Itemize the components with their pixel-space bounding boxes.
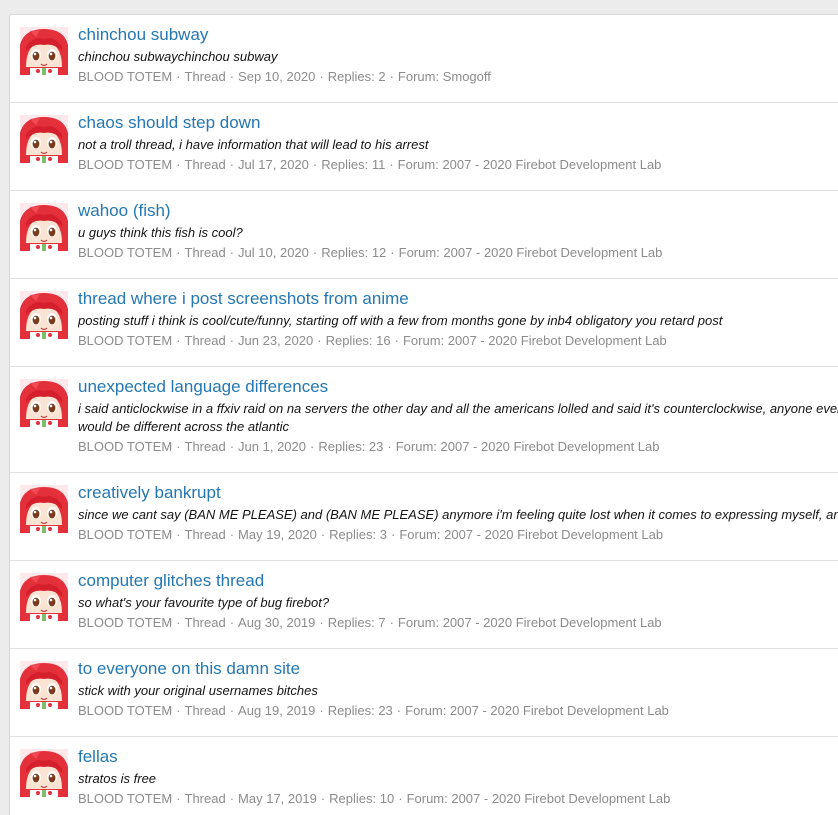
thread-meta: BLOOD TOTEM · Thread · Jul 10, 2020 · Replies:…	[78, 245, 663, 260]
forum-link[interactable]: Forum: 2007 - 2020 Firebot Development L…	[398, 615, 662, 630]
content-type: Thread	[184, 245, 226, 260]
reply-count: Replies: 16	[325, 333, 391, 348]
thread-title-link[interactable]: thread where i post screenshots from ani…	[78, 288, 409, 310]
content-type: Thread	[184, 333, 226, 348]
reply-count: Replies: 11	[321, 157, 386, 172]
forum-link[interactable]: Forum: 2007 - 2020 Firebot Development L…	[399, 527, 663, 542]
thread-date: Jul 17, 2020	[238, 157, 309, 172]
thread-snippet: chinchou subwaychinchou subway	[78, 49, 278, 64]
thread-date: Sep 10, 2020	[238, 69, 316, 84]
avatar[interactable]	[20, 749, 68, 797]
avatar[interactable]	[20, 203, 68, 251]
list-item: chinchou subway chinchou subwaychinchou …	[10, 15, 838, 103]
forum-link[interactable]: Forum: 2007 - 2020 Firebot Development L…	[405, 703, 669, 718]
list-item: wahoo (fish) u guys think this fish is c…	[10, 191, 838, 279]
thread-meta: BLOOD TOTEM · Thread · Aug 30, 2019 · Replies:…	[78, 615, 662, 630]
list-item: unexpected language differences i said a…	[10, 367, 838, 473]
forum-link[interactable]: Forum: 2007 - 2020 Firebot Development L…	[403, 333, 667, 348]
thread-meta: BLOOD TOTEM · Thread · Jun 1, 2020 · Replies: …	[78, 439, 660, 454]
list-item: computer glitches thread so what's your …	[10, 561, 838, 649]
author-link[interactable]: BLOOD TOTEM	[78, 245, 172, 260]
author-link[interactable]: BLOOD TOTEM	[78, 615, 172, 630]
thread-meta: BLOOD TOTEM · Thread · May 19, 2020 · Replies:…	[78, 527, 664, 542]
thread-date: May 19, 2020	[238, 527, 317, 542]
author-link[interactable]: BLOOD TOTEM	[78, 439, 172, 454]
avatar[interactable]	[20, 573, 68, 621]
avatar[interactable]	[20, 379, 68, 427]
forum-link[interactable]: Forum: 2007 - 2020 Firebot Development L…	[407, 791, 671, 806]
thread-meta: BLOOD TOTEM · Thread · Sep 10, 2020 · Replies:…	[78, 69, 491, 84]
author-link[interactable]: BLOOD TOTEM	[78, 333, 172, 348]
content-type: Thread	[184, 615, 226, 630]
thread-snippet: i said anticlockwise in a ffxiv raid on …	[78, 401, 838, 434]
avatar[interactable]	[20, 27, 68, 75]
content-type: Thread	[184, 69, 226, 84]
thread-snippet: posting stuff i think is cool/cute/funny…	[78, 313, 723, 328]
content-type: Thread	[184, 527, 226, 542]
thread-date: Jun 23, 2020	[238, 333, 314, 348]
thread-title-link[interactable]: fellas	[78, 746, 118, 768]
thread-meta: BLOOD TOTEM · Thread · Aug 19, 2019 · Replies:…	[78, 703, 669, 718]
content-type: Thread	[184, 791, 226, 806]
reply-count: Replies: 23	[318, 439, 384, 454]
forum-link[interactable]: Forum: 2007 - 2020 Firebot Development L…	[399, 245, 663, 260]
list-item: to everyone on this damn site stick with…	[10, 649, 838, 737]
thread-snippet: not a troll thread, i have information t…	[78, 137, 429, 152]
thread-title-link[interactable]: chinchou subway	[78, 24, 208, 46]
reply-count: Replies: 7	[327, 615, 386, 630]
list-item: fellas stratos is free BLOOD TOTEM · Threa…	[10, 737, 838, 815]
avatar[interactable]	[20, 485, 68, 533]
list-item: thread where i post screenshots from ani…	[10, 279, 838, 367]
reply-count: Replies: 10	[329, 791, 395, 806]
reply-count: Replies: 23	[327, 703, 393, 718]
forum-link[interactable]: Forum: 2007 - 2020 Firebot Development L…	[398, 157, 662, 172]
forum-link[interactable]: Forum: 2007 - 2020 Firebot Development L…	[396, 439, 660, 454]
thread-title-link[interactable]: unexpected language differences	[78, 376, 328, 398]
thread-snippet: so what's your favourite type of bug fir…	[78, 595, 330, 610]
author-link[interactable]: BLOOD TOTEM	[78, 157, 172, 172]
thread-title-link[interactable]: wahoo (fish)	[78, 200, 171, 222]
thread-date: May 17, 2019	[238, 791, 317, 806]
reply-count: Replies: 12	[321, 245, 387, 260]
search-results-panel: chinchou subway chinchou subwaychinchou …	[9, 14, 838, 815]
thread-date: Aug 19, 2019	[238, 703, 316, 718]
thread-snippet: stratos is free	[78, 771, 157, 786]
thread-meta: BLOOD TOTEM · Thread · Jun 23, 2020 · Replies:…	[78, 333, 667, 348]
avatar[interactable]	[20, 115, 68, 163]
author-link[interactable]: BLOOD TOTEM	[78, 69, 172, 84]
avatar[interactable]	[20, 661, 68, 709]
thread-title-link[interactable]: computer glitches thread	[78, 570, 264, 592]
thread-date: Jun 1, 2020	[238, 439, 306, 454]
thread-title-link[interactable]: to everyone on this damn site	[78, 658, 300, 680]
thread-title-link[interactable]: creatively bankrupt	[78, 482, 221, 504]
list-item: creatively bankrupt since we cant say (B…	[10, 473, 838, 561]
reply-count: Replies: 2	[327, 69, 386, 84]
author-link[interactable]: BLOOD TOTEM	[78, 791, 172, 806]
content-type: Thread	[184, 439, 226, 454]
forum-link[interactable]: Forum: Smogoff	[398, 69, 491, 84]
thread-snippet: u guys think this fish is cool?	[78, 225, 243, 240]
author-link[interactable]: BLOOD TOTEM	[78, 527, 172, 542]
content-type: Thread	[184, 703, 226, 718]
thread-date: Aug 30, 2019	[238, 615, 316, 630]
thread-meta: BLOOD TOTEM · Thread · Jul 17, 2020 · Replies:…	[78, 157, 662, 172]
thread-meta: BLOOD TOTEM · Thread · May 17, 2019 · Replies:…	[78, 791, 671, 806]
thread-snippet: since we cant say (BAN ME PLEASE) and (B…	[78, 507, 838, 522]
author-link[interactable]: BLOOD TOTEM	[78, 703, 172, 718]
content-type: Thread	[184, 157, 226, 172]
thread-snippet: stick with your original usernames bitch…	[78, 683, 318, 698]
avatar[interactable]	[20, 291, 68, 339]
thread-date: Jul 10, 2020	[238, 245, 309, 260]
list-item: chaos should step down not a troll threa…	[10, 103, 838, 191]
thread-title-link[interactable]: chaos should step down	[78, 112, 260, 134]
reply-count: Replies: 3	[329, 527, 387, 542]
